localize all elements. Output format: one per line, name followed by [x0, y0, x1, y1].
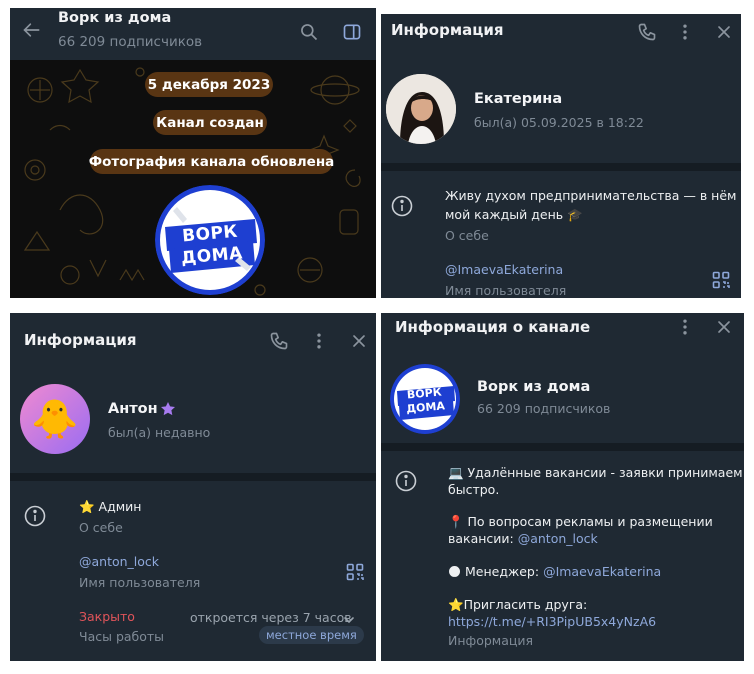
business-hours-status[interactable]: Закрыто [79, 607, 135, 627]
section-divider [10, 473, 376, 481]
sidebar-icon[interactable] [340, 20, 364, 44]
info-icon [24, 505, 46, 527]
close-icon[interactable] [712, 315, 736, 339]
manager-label: 🌑 Менеджер: [448, 564, 544, 579]
channel-info-panel: Информация о канале ВОРК ДОМА Ворк из до… [381, 313, 744, 661]
username-link[interactable]: @anton_lock [79, 552, 159, 572]
avatar[interactable]: 🐥 [20, 384, 90, 454]
bio-label: О себе [79, 520, 123, 535]
service-message-photo-updated: Фотография канала обновлена [89, 149, 334, 174]
channel-photo[interactable]: ВОРК ДОМА [155, 185, 265, 295]
last-seen: был(а) 05.09.2025 в 18:22 [474, 115, 644, 130]
channel-subscribers: 66 209 подписчиков [477, 401, 611, 416]
channel-logo-text: ВОРК ДОМА [405, 385, 446, 416]
more-icon[interactable] [673, 315, 697, 339]
ads-line-2[interactable]: вакансии: @anton_lock [448, 529, 598, 549]
close-icon[interactable] [712, 20, 736, 44]
channel-photo[interactable]: ВОРК ДОМА [390, 364, 460, 434]
avatar[interactable] [386, 74, 456, 144]
info-icon [391, 195, 413, 217]
search-icon[interactable] [297, 20, 321, 44]
chevron-down-icon[interactable] [343, 611, 355, 624]
info-header: Информация [381, 14, 741, 64]
bio-line-2[interactable]: мой каждый день 🎓 [445, 205, 583, 225]
profile-name: Антон [108, 401, 158, 417]
manager-line[interactable]: 🌑 Менеджер: @ImaevaEkaterina [448, 562, 661, 582]
user-info-panel-anton: Информация 🐥 Антон был(а) недавно ⭐ Адми… [10, 313, 376, 661]
username-label: Имя пользователя [445, 283, 567, 298]
info-label: Информация [448, 633, 534, 648]
qr-code-icon[interactable] [712, 271, 730, 289]
info-icon [395, 470, 417, 492]
section-divider [381, 163, 741, 171]
last-seen: был(а) недавно [108, 425, 211, 440]
info-title: Информация о канале [395, 318, 591, 336]
phone-icon[interactable] [635, 20, 659, 44]
info-title: Информация [24, 331, 137, 349]
qr-code-icon[interactable] [346, 563, 364, 581]
chat-header: Ворк из дома 66 209 подписчиков [10, 8, 376, 60]
info-header: Информация [10, 313, 376, 363]
ads-contact-link[interactable]: @anton_lock [518, 531, 598, 546]
channel-name: Ворк из дома [477, 379, 591, 395]
manager-link[interactable]: @ImaevaEkaterina [543, 564, 661, 579]
username-link[interactable]: @ImaevaEkaterina [445, 260, 563, 280]
info-header: Информация о канале [381, 313, 744, 363]
more-icon[interactable] [673, 20, 697, 44]
service-message-created: Канал создан [153, 110, 267, 135]
service-message-date: 5 декабря 2023 [145, 72, 273, 97]
ads-line-2-text: вакансии: [448, 531, 518, 546]
description-line-2[interactable]: быстро. [448, 480, 499, 500]
bio-text[interactable]: ⭐ Админ [79, 497, 141, 517]
business-hours-label: Часы работы [79, 629, 165, 644]
business-hours-next[interactable]: откроется через 7 часов [190, 610, 352, 625]
bio-label: О себе [445, 228, 489, 243]
local-time-badge[interactable]: местное время [259, 626, 364, 644]
more-icon[interactable] [307, 329, 331, 353]
close-icon[interactable] [347, 329, 371, 353]
info-title: Информация [391, 21, 504, 39]
phone-icon[interactable] [267, 329, 291, 353]
channel-logo-text: ВОРК ДОМА [180, 221, 244, 269]
invite-link[interactable]: https://t.me/+RI3PipUB5x4yNzA6 [448, 612, 656, 632]
section-divider [381, 443, 744, 451]
bio-line-1[interactable]: Живу духом предпринимательства — в нём [445, 186, 736, 206]
user-info-panel-ekaterina: Информация Екатерина был(а) 05.09.2025 в… [381, 14, 741, 298]
channel-chat-view: Ворк из дома 66 209 подписчиков 5 декабр… [10, 8, 376, 298]
profile-name: Екатерина [474, 91, 563, 107]
chat-subscribers: 66 209 подписчиков [58, 34, 203, 50]
username-label: Имя пользователя [79, 575, 201, 590]
premium-star-icon[interactable] [160, 401, 176, 417]
chat-title[interactable]: Ворк из дома [58, 10, 171, 26]
back-arrow-icon[interactable] [20, 18, 44, 42]
